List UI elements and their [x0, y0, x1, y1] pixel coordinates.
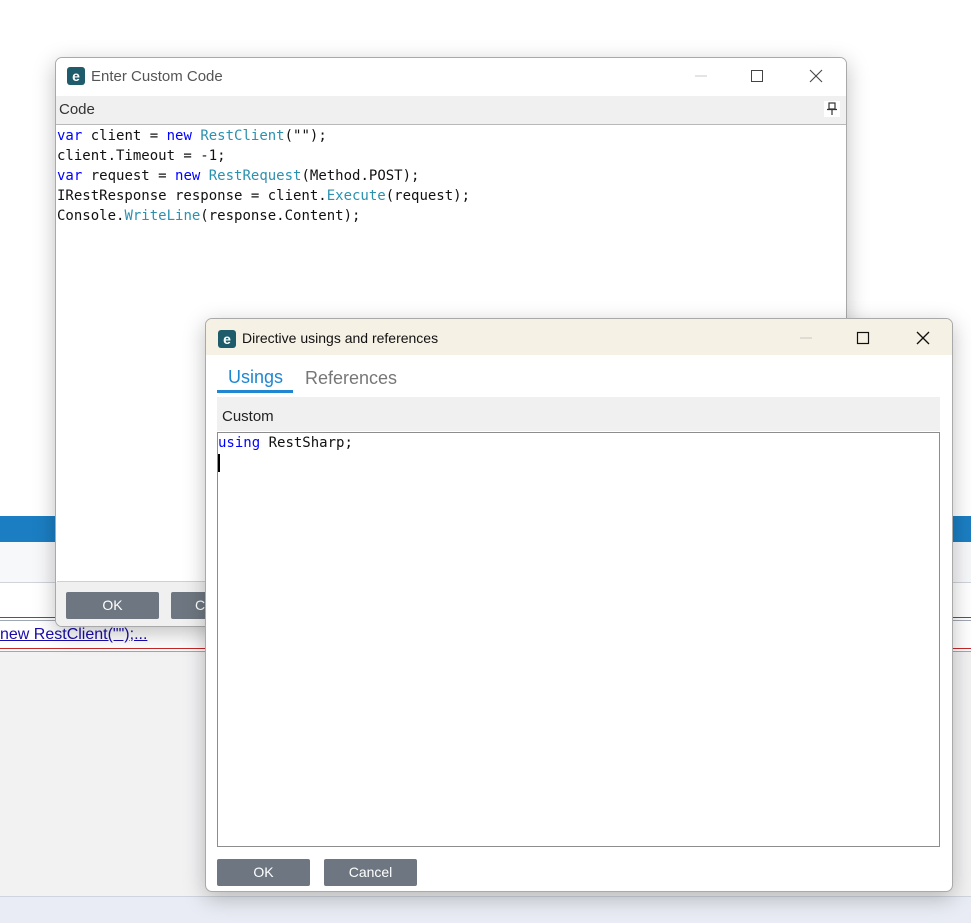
code-token: var [57, 168, 83, 184]
usings-cancel-button[interactable]: Cancel [324, 859, 417, 886]
app-logo-icon: e [218, 330, 236, 348]
code-token: new [175, 168, 201, 184]
code-token: WriteLine [124, 208, 201, 224]
custom-code-titlebar[interactable]: e Enter Custom Code [56, 58, 846, 94]
active-tab-indicator [217, 390, 293, 393]
background-code-link[interactable]: new RestClient("");... [0, 626, 147, 644]
pin-icon[interactable] [824, 101, 840, 117]
code-token: Execute [326, 188, 386, 204]
minimize-icon[interactable] [791, 323, 821, 353]
code-line: IRestResponse response = client.Execute(… [57, 186, 470, 206]
code-token: (response.Content); [200, 208, 361, 224]
usings-titlebar[interactable]: e Directive usings and references [206, 319, 952, 355]
code-editor-text: var client = new RestClient(""); client.T… [57, 126, 470, 226]
maximize-icon[interactable] [848, 323, 878, 353]
tab-references[interactable]: References [305, 368, 397, 389]
usings-ok-button[interactable]: OK [217, 859, 310, 886]
tab-usings[interactable]: Usings [228, 367, 283, 388]
code-section-label: Code [59, 101, 95, 118]
close-icon[interactable] [801, 61, 831, 91]
code-namespace: RestSharp; [260, 435, 353, 451]
code-token: new [166, 128, 192, 144]
code-token: client = [82, 128, 167, 144]
code-section-header: Code [56, 96, 846, 125]
code-token: (Method.POST); [301, 168, 420, 184]
code-token: IRestResponse response = client. [57, 188, 327, 204]
usings-editor-text: using RestSharp; [218, 433, 353, 453]
background-status-bar [0, 896, 971, 923]
code-token: RestRequest [208, 168, 302, 184]
code-line: Console.WriteLine(response.Content); [57, 206, 470, 226]
close-icon[interactable] [908, 323, 938, 353]
code-line: client.Timeout = -1; [57, 146, 470, 166]
code-token: (""); [284, 128, 327, 144]
maximize-icon[interactable] [742, 61, 772, 91]
code-token: request = [82, 168, 176, 184]
custom-code-window-title: Enter Custom Code [91, 68, 223, 85]
code-token: (request); [385, 188, 471, 204]
code-token: RestClient [200, 128, 285, 144]
app-logo-icon: e [67, 67, 85, 85]
custom-section-label: Custom [222, 408, 274, 425]
code-keyword: using [218, 435, 261, 451]
custom-code-ok-button[interactable]: OK [66, 592, 159, 619]
usings-window-title: Directive usings and references [242, 330, 439, 346]
usings-editor[interactable]: using RestSharp; [217, 432, 940, 847]
usings-window: e Directive usings and references Usings… [205, 318, 953, 892]
code-line: var request = new RestRequest(Method.POS… [57, 166, 470, 186]
minimize-icon[interactable] [686, 61, 716, 91]
text-caret [218, 454, 220, 472]
code-token: var [57, 128, 83, 144]
custom-section-header: Custom [217, 397, 940, 431]
code-token: Console. [57, 208, 125, 224]
code-line: var client = new RestClient(""); [57, 126, 470, 146]
code-token: client.Timeout = -1; [57, 148, 226, 164]
